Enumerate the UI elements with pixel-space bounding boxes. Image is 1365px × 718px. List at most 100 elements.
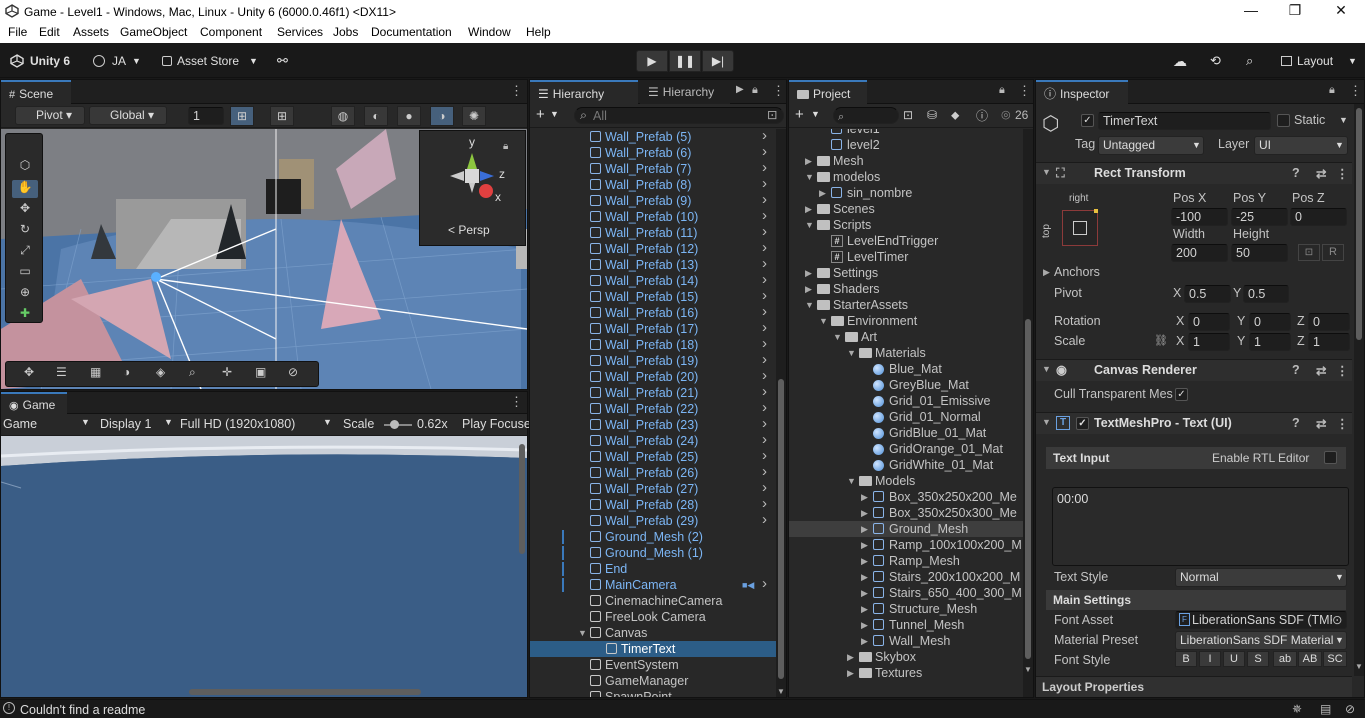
hierarchy-row[interactable]: Wall_Prefab (10) ›	[530, 208, 776, 225]
search-icon[interactable]: ⌕	[189, 365, 196, 380]
expanded-arrow-icon[interactable]: ▼	[805, 297, 814, 313]
chevron-right-icon[interactable]: ›	[762, 464, 767, 480]
menu-documentation[interactable]: Documentation	[371, 25, 452, 39]
hierarchy-row[interactable]: Ground_Mesh (2)	[530, 529, 776, 545]
hierarchy-row[interactable]: Wall_Prefab (8) ›	[530, 176, 776, 193]
strikethrough-button[interactable]: S	[1247, 651, 1269, 667]
minimize-button[interactable]: —	[1228, 2, 1274, 22]
hierarchy-row[interactable]: MainCamera › ■◀	[530, 576, 776, 593]
custom-tool-icon[interactable]: ✚	[12, 306, 38, 322]
hierarchy-row[interactable]: Wall_Prefab (6) ›	[530, 144, 776, 161]
layout-icon[interactable]: ☰	[56, 365, 67, 379]
network-icon[interactable]: ⊘	[1345, 702, 1355, 716]
chevron-right-icon[interactable]: ›	[762, 576, 767, 592]
project-row[interactable]: ▼ Art	[789, 329, 1023, 345]
chevron-down-icon[interactable]: ▼	[1339, 115, 1348, 125]
chevron-right-icon[interactable]: ›	[762, 496, 767, 512]
project-row[interactable]: level2	[789, 137, 1023, 153]
hierarchy-row[interactable]: Ground_Mesh (1)	[530, 545, 776, 561]
project-row[interactable]: Grid_01_Emissive	[789, 393, 1023, 409]
preset-icon[interactable]: ⇄	[1316, 416, 1326, 431]
project-scroll-thumb[interactable]	[1025, 319, 1031, 659]
progress-icon[interactable]: ▤	[1320, 702, 1331, 716]
search-options-icon[interactable]: ⊡	[767, 108, 777, 123]
add-icon[interactable]: +	[536, 106, 545, 123]
layout-properties-bar[interactable]: Layout Properties	[1036, 676, 1352, 697]
game-mode-dropdown[interactable]: Game ▼	[3, 417, 90, 431]
hierarchy-row[interactable]: GameManager	[530, 673, 776, 689]
hierarchy-row[interactable]: TimerText	[530, 641, 776, 657]
collapsed-arrow-icon[interactable]: ▶	[805, 265, 812, 281]
close-button[interactable]: ✕	[1318, 2, 1364, 22]
rot-z-field[interactable]: 0	[1308, 313, 1350, 331]
version-control-icon[interactable]: ⚯	[277, 50, 293, 72]
hierarchy-search-input[interactable]: ⌕ All ⊡	[574, 107, 784, 124]
hierarchy-row[interactable]: End	[530, 561, 776, 577]
hierarchy-row[interactable]: Wall_Prefab (14) ›	[530, 272, 776, 289]
project-row[interactable]: GreyBlue_Mat	[789, 377, 1023, 393]
hierarchy-row[interactable]: Wall_Prefab (12) ›	[530, 240, 776, 257]
chevron-right-icon[interactable]: ›	[762, 368, 767, 384]
chevron-right-icon[interactable]: ›	[762, 400, 767, 416]
hierarchy-row[interactable]: Wall_Prefab (23) ›	[530, 416, 776, 433]
lock-icon[interactable]: 🔒︎	[752, 84, 758, 97]
chevron-right-icon[interactable]: ▶	[736, 84, 744, 95]
expanded-arrow-icon[interactable]: ▼	[805, 169, 814, 185]
chevron-down-icon[interactable]: ▼	[550, 109, 559, 119]
posz-field[interactable]: 0	[1290, 208, 1347, 226]
collapsed-arrow-icon[interactable]: ▶	[847, 665, 854, 681]
gizmos-icon[interactable]: ✺	[462, 106, 486, 126]
scale-y-field[interactable]: 1	[1249, 333, 1291, 351]
grid-icon[interactable]: ▦	[90, 365, 101, 379]
project-row[interactable]: ▼ StarterAssets	[789, 297, 1023, 313]
hierarchy-row[interactable]: Canvas ▼	[530, 625, 776, 641]
hierarchy-row[interactable]: Wall_Prefab (22) ›	[530, 400, 776, 417]
project-row[interactable]: Grid_01_Normal	[789, 409, 1023, 425]
collapsed-arrow-icon[interactable]: ▶	[861, 569, 868, 585]
bold-button[interactable]: B	[1175, 651, 1197, 667]
underline-button[interactable]: U	[1223, 651, 1245, 667]
project-row[interactable]: ▶ Mesh	[789, 153, 1023, 169]
chevron-right-icon[interactable]: ›	[762, 448, 767, 464]
chevron-right-icon[interactable]: ›	[762, 160, 767, 176]
chevron-right-icon[interactable]: ›	[762, 336, 767, 352]
blueprint-mode-icon[interactable]: ⊡	[1298, 244, 1320, 261]
hierarchy-row[interactable]: Wall_Prefab (28) ›	[530, 496, 776, 513]
scroll-down-icon[interactable]: ▼	[1355, 662, 1363, 671]
shading-lit-icon[interactable]: ◑	[430, 106, 454, 126]
game-scrollbar[interactable]	[519, 444, 525, 554]
shading-wireframe-icon[interactable]: ◍	[331, 106, 355, 126]
object-name-field[interactable]: TimerText	[1098, 112, 1271, 130]
unity-menu-button[interactable]: Unity 6	[6, 50, 76, 72]
tmp-enabled-checkbox[interactable]: ✓	[1076, 417, 1089, 430]
game-hscrollbar[interactable]	[189, 689, 421, 695]
link-icon[interactable]: ⛓	[1154, 334, 1168, 347]
menu-services[interactable]: Services	[277, 25, 323, 39]
help-icon[interactable]: ?	[1292, 363, 1300, 377]
move-tool-icon[interactable]: ✥	[12, 201, 38, 219]
chevron-down-icon[interactable]: ▼	[811, 109, 820, 119]
lock-icon[interactable]: 🔒︎	[1329, 84, 1335, 97]
menu-gameobject[interactable]: GameObject	[120, 25, 187, 39]
inspector-scroll-thumb[interactable]	[1356, 108, 1362, 340]
hierarchy-scrollbar[interactable]: ▼	[776, 129, 786, 697]
chevron-right-icon[interactable]: ›	[762, 208, 767, 224]
filter-type-icon[interactable]: ⛁	[927, 108, 937, 122]
collapsed-arrow-icon[interactable]: ▶	[861, 489, 868, 505]
chevron-right-icon[interactable]: ›	[762, 352, 767, 368]
more-options-icon[interactable]: ⋮	[510, 83, 523, 99]
text-style-dropdown[interactable]: Normal ▼	[1175, 568, 1347, 587]
pivot-dropdown[interactable]: Pivot ▾	[15, 106, 85, 125]
hierarchy-row[interactable]: Wall_Prefab (17) ›	[530, 320, 776, 337]
rtl-editor-checkbox[interactable]	[1324, 451, 1337, 464]
collapsed-arrow-icon[interactable]: ▶	[861, 601, 868, 617]
project-row[interactable]: ▼ Models	[789, 473, 1023, 489]
collapsed-arrow-icon[interactable]: ▶	[861, 537, 868, 553]
expanded-arrow-icon[interactable]: ▼	[805, 217, 814, 233]
chevron-right-icon[interactable]: ›	[762, 256, 767, 272]
chevron-right-icon[interactable]: ›	[762, 129, 767, 144]
project-row[interactable]: ▶ Tunnel_Mesh	[789, 617, 1023, 633]
scroll-down-icon[interactable]: ▼	[1024, 665, 1032, 674]
collapsed-arrow-icon[interactable]: ▶	[861, 617, 868, 633]
hierarchy-row[interactable]: Wall_Prefab (21) ›	[530, 384, 776, 401]
